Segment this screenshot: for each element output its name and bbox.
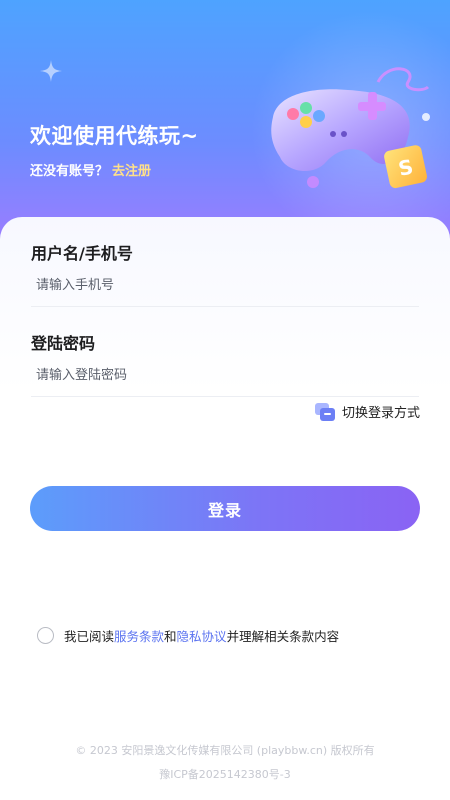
login-page: 欢迎使用代练玩~ 还没有账号？ 去注册 S 用户名/手机号 请输入手机号 登陆密… <box>0 0 450 800</box>
switch-method-icon <box>314 402 335 421</box>
footer-copyright: © 2023 安阳景逸文化传媒有限公司 (playbbw.cn) 版权所有 <box>75 744 375 757</box>
switch-login-method[interactable]: 切换登录方式 <box>314 402 420 421</box>
agreement-suffix: 并理解相关条款内容 <box>226 629 340 644</box>
agreement-and: 和 <box>164 629 177 644</box>
sparkle-icon <box>40 60 62 82</box>
password-divider <box>31 396 419 397</box>
register-link[interactable]: 去注册 <box>112 164 151 179</box>
gamepad-illustration: S <box>271 67 430 189</box>
hero-banner: 欢迎使用代练玩~ 还没有账号？ 去注册 S <box>0 0 450 250</box>
terms-link[interactable]: 服务条款 <box>114 626 164 645</box>
signup-line: 还没有账号？ 去注册 <box>30 160 151 179</box>
footer-icp: 豫ICP备2025142380号-3 <box>159 768 291 781</box>
agreement-checkbox[interactable] <box>37 627 54 644</box>
privacy-link[interactable]: 隐私协议 <box>177 626 227 645</box>
username-label: 用户名/手机号 <box>31 244 133 263</box>
password-input[interactable] <box>31 360 419 390</box>
username-input[interactable] <box>31 270 419 300</box>
login-button[interactable]: 登录 <box>30 486 420 531</box>
no-account-text: 还没有账号？ <box>30 164 109 179</box>
agreement-row: 我已阅读 服务条款和隐私协议 并理解相关条款内容 <box>37 626 339 645</box>
username-divider <box>31 306 419 307</box>
welcome-title: 欢迎使用代练玩~ <box>30 124 199 148</box>
agreement-prefix: 我已阅读 <box>64 629 115 644</box>
switch-login-label: 切换登录方式 <box>341 406 420 421</box>
password-label: 登陆密码 <box>31 334 96 353</box>
